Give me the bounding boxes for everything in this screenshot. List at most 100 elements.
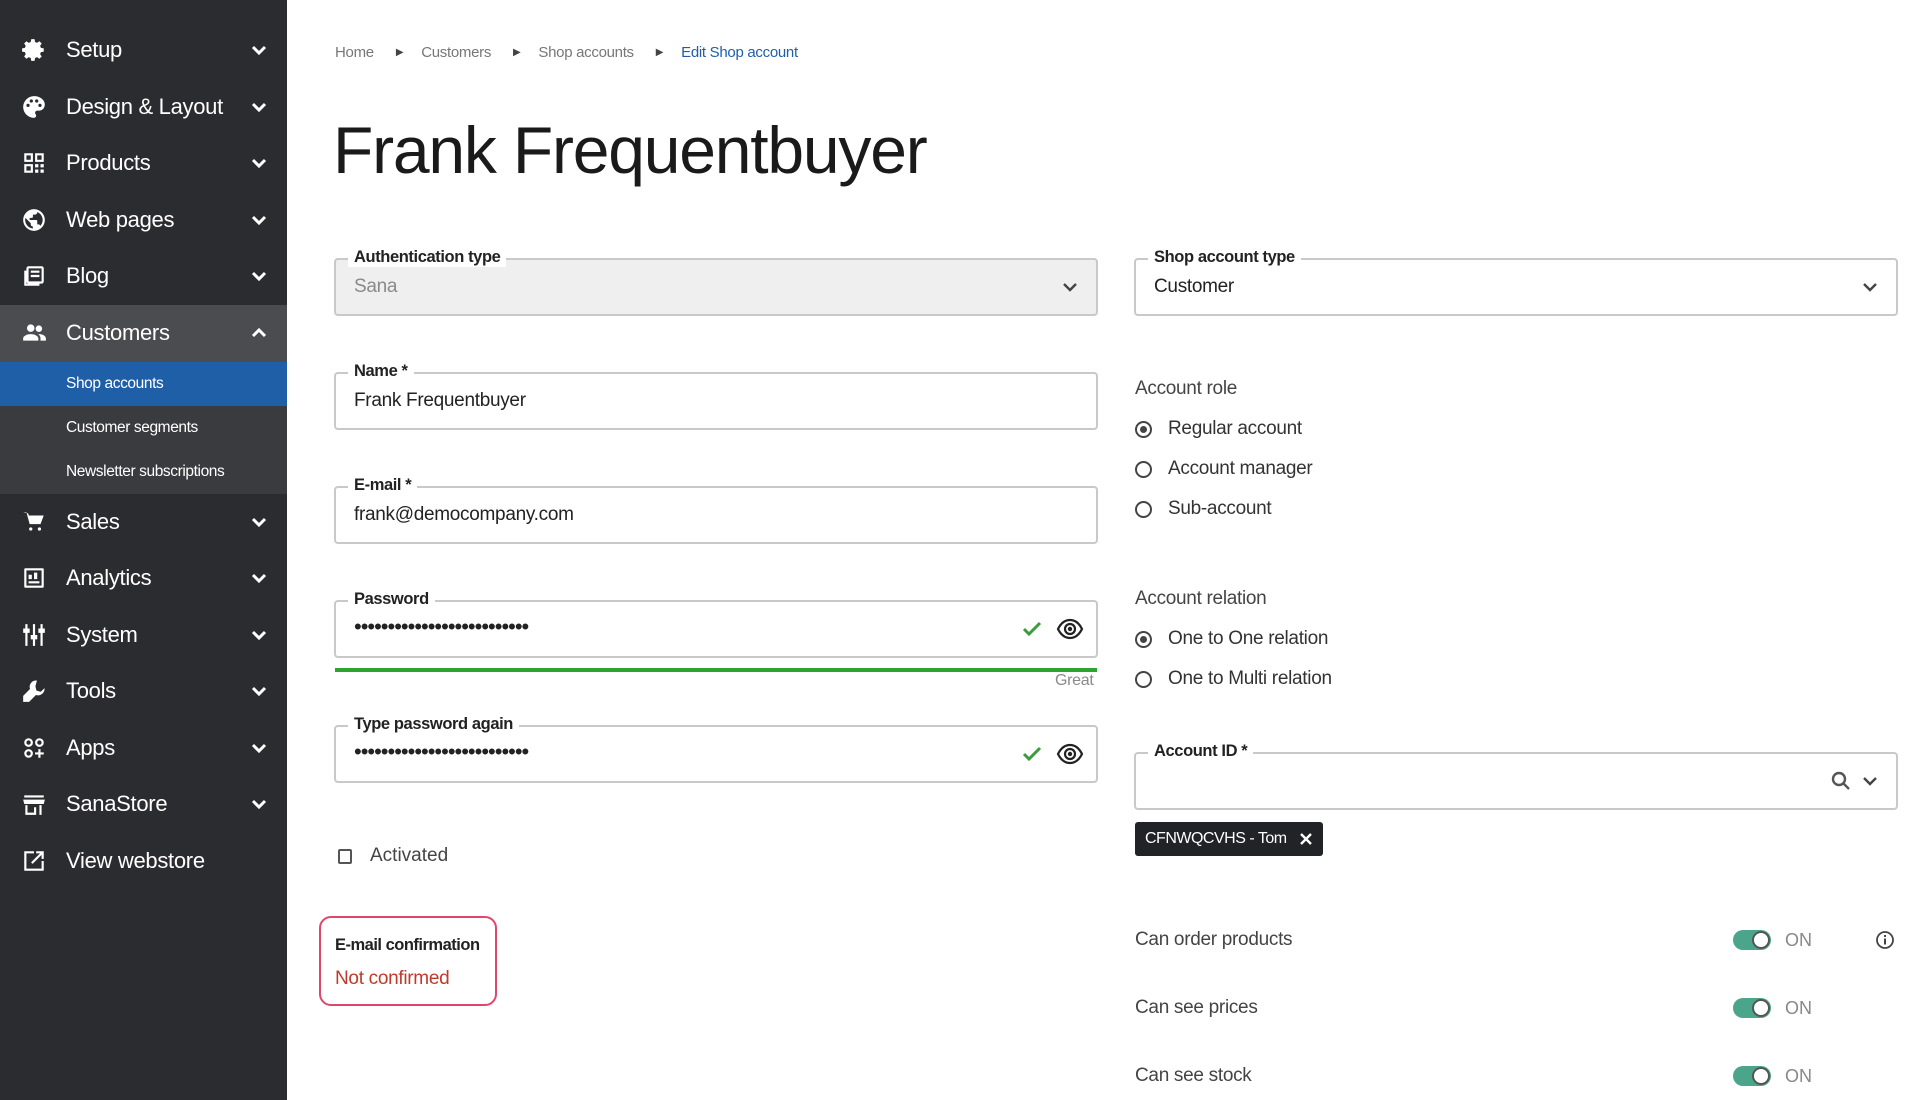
palette-icon bbox=[20, 93, 48, 121]
breadcrumb-home[interactable]: Home bbox=[335, 44, 374, 61]
nav-item-system[interactable]: System bbox=[0, 607, 287, 664]
password-value: •••••••••••••••••••••••••• bbox=[354, 613, 529, 639]
sub-item-customer-segments[interactable]: Customer segments bbox=[0, 406, 287, 450]
chevron-down-icon bbox=[249, 794, 269, 814]
authentication-type-select[interactable]: Authentication type Sana bbox=[334, 248, 1098, 316]
chevron-down-icon bbox=[249, 153, 269, 173]
toggle-state: ON bbox=[1785, 997, 1812, 1018]
nav-label: Analytics bbox=[66, 565, 152, 591]
field-value: frank@democompany.com bbox=[354, 504, 574, 525]
radio-button[interactable] bbox=[1135, 420, 1152, 438]
toggle-state: ON bbox=[1785, 1065, 1812, 1086]
radio-one-to-one[interactable]: One to One relation bbox=[1135, 628, 1328, 650]
breadcrumb-separator-icon: ▶ bbox=[395, 47, 404, 58]
sidebar: Setup Design & Layout Products Web pages… bbox=[0, 0, 287, 1100]
name-field[interactable]: Name * Frank Frequentbuyer bbox=[334, 362, 1098, 430]
field-legend: Authentication type bbox=[348, 248, 507, 267]
field-legend: Account ID * bbox=[1148, 742, 1254, 761]
radio-button[interactable] bbox=[1135, 630, 1152, 648]
chart-icon bbox=[20, 564, 48, 592]
nav-item-view-webstore[interactable]: View webstore bbox=[0, 833, 287, 890]
toggle-row-can-see-stock: Can see stock ON bbox=[1135, 1056, 1885, 1096]
can-see-stock-toggle[interactable] bbox=[1733, 1066, 1771, 1086]
nav-label: System bbox=[66, 621, 138, 647]
chevron-down-icon bbox=[249, 512, 269, 532]
chevron-down-icon bbox=[249, 568, 269, 588]
blog-icon bbox=[20, 262, 48, 290]
radio-sub-account[interactable]: Sub-account bbox=[1135, 498, 1272, 520]
password-strength-bar bbox=[335, 668, 1097, 672]
breadcrumb: Home ▶ Customers ▶ Shop accounts ▶ Edit … bbox=[335, 44, 798, 61]
eye-icon[interactable] bbox=[1056, 740, 1084, 768]
nav-item-design-layout[interactable]: Design & Layout bbox=[0, 79, 287, 136]
password-again-field[interactable]: Type password again ••••••••••••••••••••… bbox=[334, 715, 1098, 783]
radio-regular-account[interactable]: Regular account bbox=[1135, 418, 1302, 440]
toggle-label: Can see stock bbox=[1135, 1065, 1252, 1086]
radio-label: One to One relation bbox=[1168, 628, 1329, 649]
info-icon[interactable] bbox=[1875, 930, 1895, 950]
nav-item-customers[interactable]: Customers bbox=[0, 304, 287, 362]
radio-button[interactable] bbox=[1135, 500, 1152, 518]
breadcrumb-shop-accounts[interactable]: Shop accounts bbox=[538, 44, 634, 61]
toggle-row-can-order-products: Can order products ON bbox=[1135, 920, 1894, 960]
nav-item-sales[interactable]: Sales bbox=[0, 494, 287, 551]
nav-label: Tools bbox=[66, 678, 116, 704]
password-value: •••••••••••••••••••••••••• bbox=[354, 738, 529, 764]
toggle-label: Can order products bbox=[1135, 929, 1293, 950]
nav-label: Design & Layout bbox=[66, 93, 223, 119]
field-value: Frank Frequentbuyer bbox=[354, 390, 526, 411]
nav-item-web-pages[interactable]: Web pages bbox=[0, 192, 287, 249]
toggle-row-can-see-prices: Can see prices ON bbox=[1135, 988, 1885, 1028]
nav-item-apps[interactable]: Apps bbox=[0, 720, 287, 777]
email-field[interactable]: E-mail * frank@democompany.com bbox=[334, 476, 1098, 544]
password-field[interactable]: Password •••••••••••••••••••••••••• bbox=[334, 590, 1098, 658]
chevron-down-icon[interactable] bbox=[1860, 771, 1880, 791]
shop-account-type-select[interactable]: Shop account type Customer bbox=[1134, 248, 1898, 316]
chevron-down-icon bbox=[249, 40, 269, 60]
radio-button[interactable] bbox=[1135, 670, 1152, 688]
globe-icon bbox=[20, 206, 48, 234]
close-icon[interactable] bbox=[1299, 832, 1313, 846]
radio-button[interactable] bbox=[1135, 460, 1152, 478]
field-legend: Shop account type bbox=[1148, 248, 1301, 267]
grid-icon bbox=[20, 149, 48, 177]
wrench-icon bbox=[20, 677, 48, 705]
radio-label: One to Multi relation bbox=[1168, 668, 1332, 689]
activated-checkbox[interactable] bbox=[338, 848, 352, 864]
email-confirmation-status: Not confirmed bbox=[335, 968, 450, 989]
account-id-field[interactable]: Account ID * bbox=[1134, 742, 1898, 810]
nav-item-blog[interactable]: Blog bbox=[0, 248, 287, 305]
breadcrumb-customers[interactable]: Customers bbox=[421, 44, 491, 61]
can-see-prices-toggle[interactable] bbox=[1733, 998, 1771, 1018]
radio-label: Sub-account bbox=[1168, 498, 1272, 519]
can-order-products-toggle[interactable] bbox=[1733, 930, 1771, 950]
radio-account-manager[interactable]: Account manager bbox=[1135, 458, 1313, 480]
account-relation-label: Account relation bbox=[1135, 588, 1267, 609]
chevron-down-icon bbox=[249, 266, 269, 286]
account-role-label: Account role bbox=[1135, 378, 1238, 399]
nav-label: Products bbox=[66, 150, 151, 176]
nav-item-analytics[interactable]: Analytics bbox=[0, 550, 287, 607]
search-icon[interactable] bbox=[1830, 770, 1852, 792]
chevron-down-icon bbox=[1860, 277, 1880, 297]
eye-icon[interactable] bbox=[1056, 615, 1084, 643]
chevron-down-icon bbox=[249, 738, 269, 758]
nav-label: Apps bbox=[66, 734, 115, 760]
chevron-down-icon bbox=[1060, 277, 1080, 297]
password-strength-label: Great bbox=[1055, 672, 1094, 689]
nav-item-products[interactable]: Products bbox=[0, 135, 287, 192]
activated-checkbox-row[interactable]: Activated bbox=[338, 845, 448, 867]
nav-item-tools[interactable]: Tools bbox=[0, 663, 287, 720]
activated-label: Activated bbox=[370, 845, 449, 866]
sub-item-newsletter-subscriptions[interactable]: Newsletter subscriptions bbox=[0, 450, 287, 494]
sub-item-shop-accounts[interactable]: Shop accounts bbox=[0, 361, 287, 406]
nav-label: SanaStore bbox=[66, 791, 168, 817]
field-legend: E-mail * bbox=[348, 476, 418, 495]
nav-item-sanastore[interactable]: SanaStore bbox=[0, 776, 287, 833]
nav-item-setup[interactable]: Setup bbox=[0, 22, 287, 79]
toggle-state: ON bbox=[1785, 929, 1812, 950]
breadcrumb-separator-icon: ▶ bbox=[513, 47, 521, 58]
gear-icon bbox=[20, 36, 48, 64]
toggle-label: Can see prices bbox=[1135, 997, 1258, 1018]
radio-one-to-multi[interactable]: One to Multi relation bbox=[1135, 668, 1332, 690]
